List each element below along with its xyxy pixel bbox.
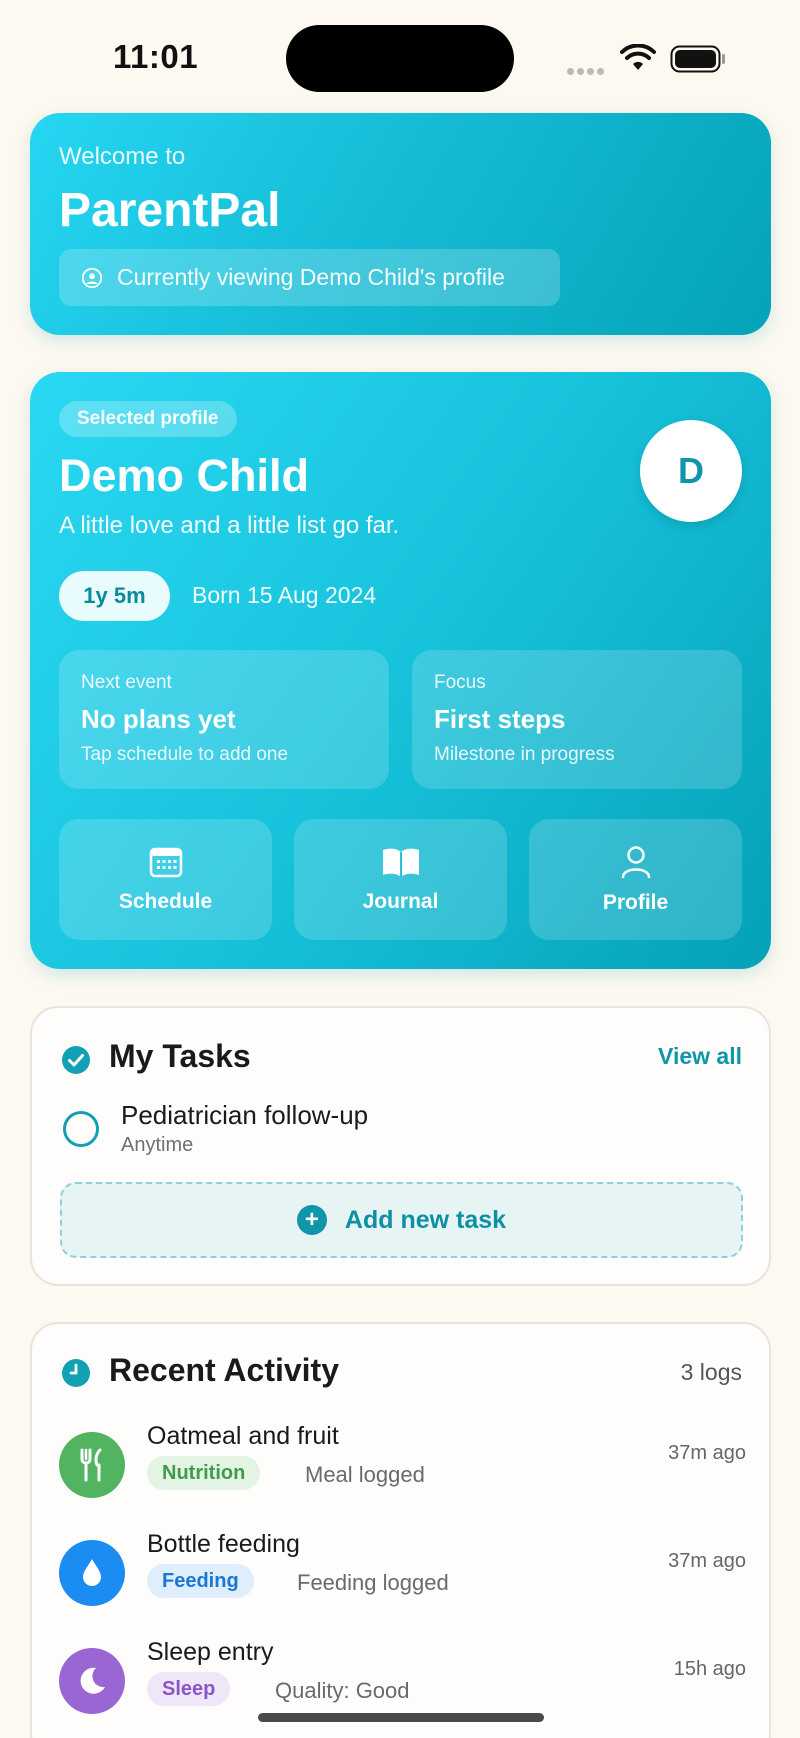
calendar-icon xyxy=(149,847,182,877)
child-profile-card: Selected profile Demo Child A little lov… xyxy=(30,372,771,969)
child-name: Demo Child xyxy=(59,450,310,501)
profile-button[interactable]: Profile xyxy=(529,819,742,940)
fork-knife-icon xyxy=(59,1432,125,1498)
task-title[interactable]: Pediatrician follow-up xyxy=(121,1100,368,1131)
app-title: ParentPal xyxy=(59,184,281,237)
task-checkbox[interactable] xyxy=(63,1111,99,1147)
child-tagline: A little love and a little list go far. xyxy=(59,512,400,539)
status-bar: 11:01 xyxy=(0,0,800,110)
profile-label: Profile xyxy=(602,890,669,914)
activity-row[interactable]: Oatmeal and fruit Nutrition Meal logged … xyxy=(32,1422,773,1512)
activity-tag: Feeding xyxy=(147,1564,254,1598)
welcome-card: Welcome to ParentPal Currently viewing D… xyxy=(30,113,771,335)
recent-activity-card: Recent Activity 3 logs Oatmeal and fruit… xyxy=(30,1322,771,1738)
activity-desc: Feeding logged xyxy=(297,1570,449,1595)
activity-title-text: Bottle feeding xyxy=(147,1530,300,1558)
add-task-button[interactable]: + Add new task xyxy=(60,1182,743,1258)
activity-title-text: Oatmeal and fruit xyxy=(147,1422,339,1450)
activity-time: 37m ago xyxy=(668,1442,746,1464)
next-event-hint: Tap schedule to add one xyxy=(81,744,289,765)
activity-time: 37m ago xyxy=(668,1550,746,1572)
clock-icon xyxy=(62,1359,90,1387)
book-icon xyxy=(382,848,419,877)
tasks-title: My Tasks xyxy=(109,1038,251,1074)
activity-tag: Sleep xyxy=(147,1672,231,1706)
signal-dots-icon xyxy=(567,62,607,80)
plus-icon: + xyxy=(296,1205,327,1235)
schedule-button[interactable]: Schedule xyxy=(59,819,272,940)
age-badge: 1y 5m xyxy=(59,571,170,621)
task-time: Anytime xyxy=(121,1134,194,1156)
wifi-icon xyxy=(620,44,656,70)
view-all-link[interactable]: View all xyxy=(658,1043,742,1070)
focus-label: Focus xyxy=(434,672,486,693)
home-indicator[interactable] xyxy=(258,1713,544,1722)
person-icon xyxy=(621,845,650,878)
add-task-label: Add new task xyxy=(344,1205,507,1234)
tasks-card: My Tasks View all Pediatrician follow-up… xyxy=(30,1006,771,1286)
viewing-profile-pill: Currently viewing Demo Child's profile xyxy=(59,249,560,306)
drop-icon xyxy=(59,1540,125,1606)
dynamic-island xyxy=(286,25,514,92)
activity-title: Recent Activity xyxy=(109,1352,339,1388)
focus-hint: Milestone in progress xyxy=(434,744,615,765)
moon-icon xyxy=(59,1648,125,1714)
person-circle-icon xyxy=(81,267,103,288)
activity-tag: Nutrition xyxy=(147,1456,261,1490)
activity-desc: Quality: Good xyxy=(275,1678,410,1703)
logs-count: 3 logs xyxy=(680,1359,742,1385)
checkmark-circle-icon xyxy=(62,1046,90,1074)
journal-label: Journal xyxy=(362,889,439,913)
avatar[interactable]: D xyxy=(640,420,742,522)
focus-value: First steps xyxy=(434,704,566,734)
activity-title-text: Sleep entry xyxy=(147,1638,274,1666)
status-time: 11:01 xyxy=(113,38,199,75)
selected-profile-chip: Selected profile xyxy=(59,401,237,437)
activity-row[interactable]: Bottle feeding Feeding Feeding logged 37… xyxy=(32,1530,773,1620)
focus-box[interactable]: Focus First steps Milestone in progress xyxy=(412,650,742,789)
schedule-label: Schedule xyxy=(118,889,213,913)
activity-time: 15h ago xyxy=(673,1658,746,1680)
next-event-value: No plans yet xyxy=(81,704,236,734)
next-event-label: Next event xyxy=(81,672,172,693)
activity-desc: Meal logged xyxy=(305,1462,425,1487)
next-event-box[interactable]: Next event No plans yet Tap schedule to … xyxy=(59,650,389,789)
birth-date: Born 15 Aug 2024 xyxy=(192,582,377,608)
viewing-profile-text: Currently viewing Demo Child's profile xyxy=(117,264,505,290)
journal-button[interactable]: Journal xyxy=(294,819,507,940)
welcome-subtitle: Welcome to xyxy=(59,143,186,170)
battery-icon xyxy=(670,45,725,73)
